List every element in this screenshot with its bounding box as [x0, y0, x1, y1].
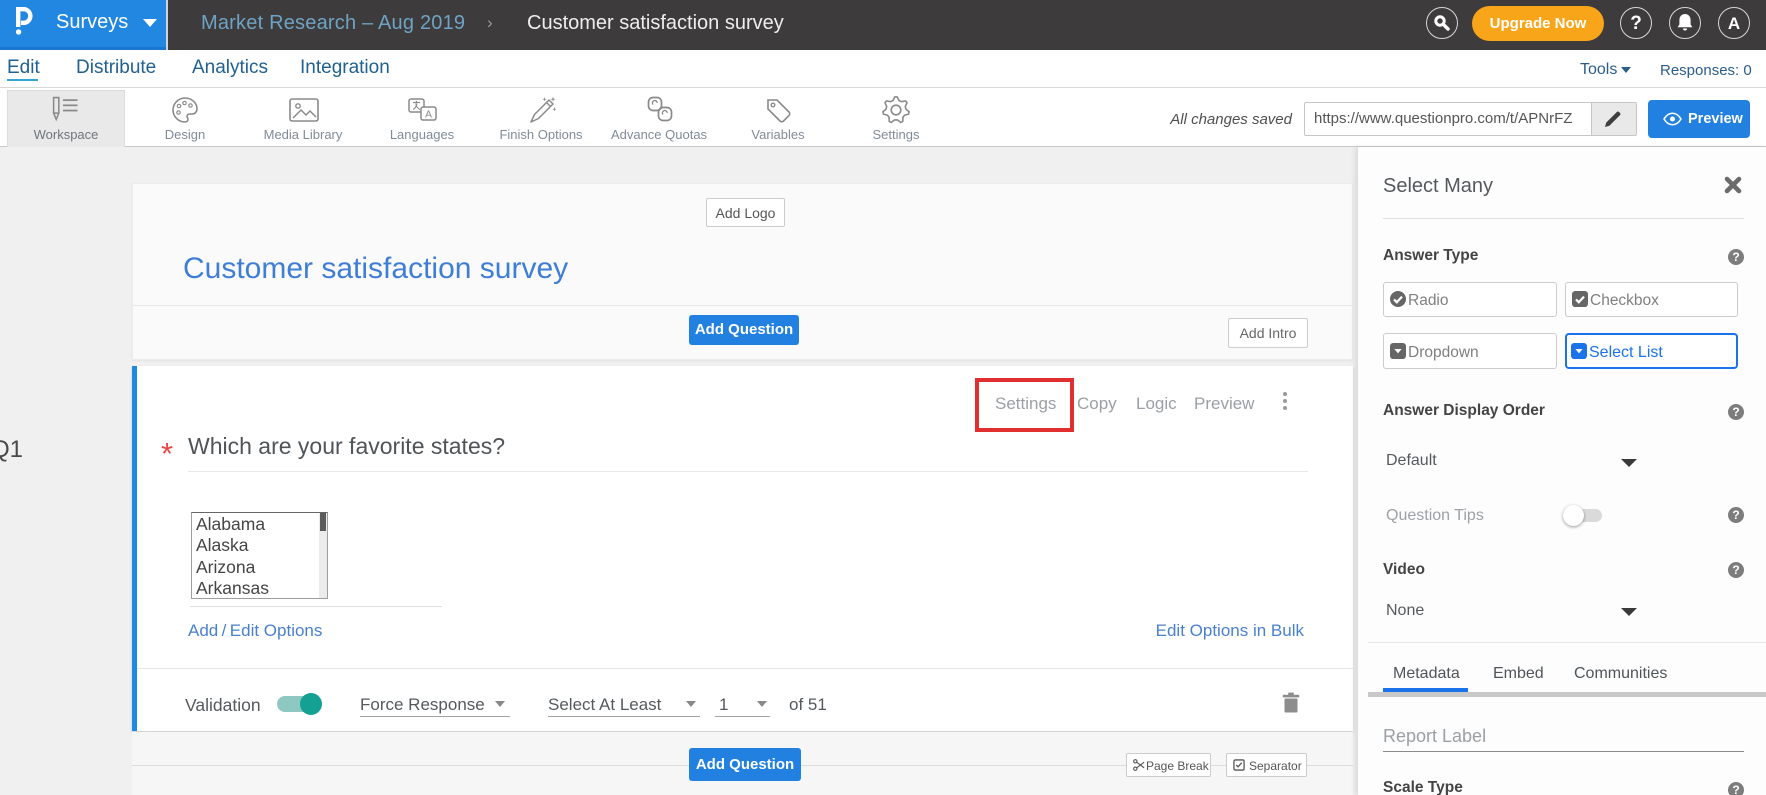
svg-text:A: A: [425, 109, 432, 121]
